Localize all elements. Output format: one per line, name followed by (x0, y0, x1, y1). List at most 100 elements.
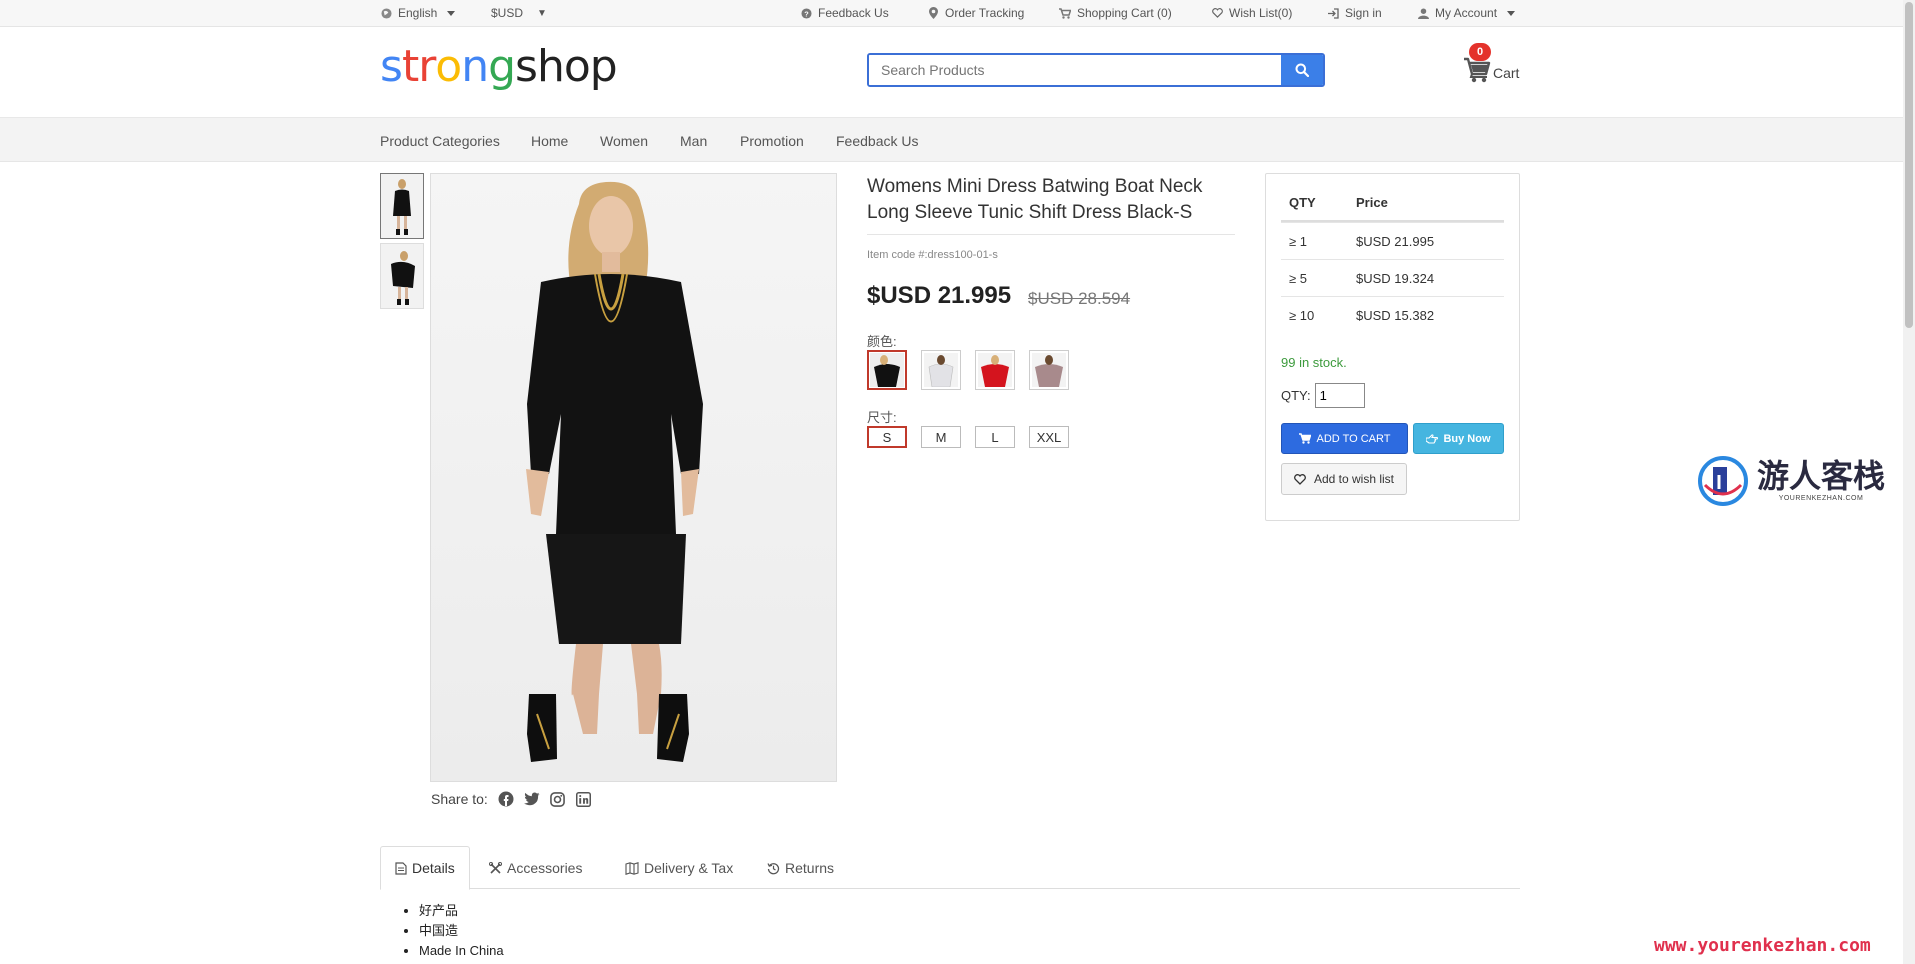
color-swatch-black[interactable] (867, 350, 907, 390)
size-option-xxl[interactable]: XXL (1029, 426, 1069, 448)
nav-promotion[interactable]: Promotion (740, 133, 804, 149)
tier-price: $USD 15.382 (1356, 307, 1435, 323)
qty-header: QTY (1289, 194, 1316, 210)
sign-in-link[interactable]: Sign in (1327, 6, 1382, 20)
size-option-l[interactable]: L (975, 426, 1015, 448)
thumbnail-front[interactable] (380, 173, 424, 239)
color-swatch-mauve[interactable] (1029, 350, 1069, 390)
add-to-cart-label: ADD TO CART (1316, 432, 1391, 445)
language-selector[interactable]: English (380, 6, 456, 20)
tier-price-table: QTY Price ≥ 1 $USD 21.995 ≥ 5 $USD 19.32… (1281, 184, 1504, 333)
nav-feedback[interactable]: Feedback Us (836, 133, 918, 149)
add-to-wishlist-label: Add to wish list (1313, 472, 1395, 486)
tab-returns-label: Returns (785, 860, 835, 876)
map-icon (625, 861, 639, 875)
nav-home[interactable]: Home (531, 133, 568, 149)
thumbnail-side[interactable] (380, 243, 424, 309)
nav-women[interactable]: Women (600, 133, 648, 149)
tier-qty: ≥ 10 (1289, 307, 1315, 323)
heart-icon (1294, 473, 1306, 485)
add-to-wishlist-button[interactable]: Add to wish list (1281, 463, 1407, 495)
feedback-link[interactable]: ? Feedback Us (800, 6, 889, 20)
watermark-url: www.yourenkezhan.com (1654, 935, 1871, 956)
feedback-label: Feedback Us (818, 6, 889, 20)
watermark-subtitle: YOURENKEZHAN.COM (1778, 495, 1864, 502)
watermark-title: 游人客栈 (1757, 457, 1886, 495)
tier-price: $USD 19.324 (1356, 270, 1435, 286)
order-tracking-link[interactable]: Order Tracking (927, 6, 1024, 20)
price-header: Price (1356, 194, 1388, 210)
currency-label: $USD (491, 6, 524, 20)
color-swatch-red[interactable] (975, 350, 1015, 390)
twitter-icon[interactable] (523, 791, 540, 807)
tab-delivery-tax[interactable]: Delivery & Tax (611, 846, 747, 890)
site-header: strongshop 0 Cart (0, 27, 1903, 118)
shopping-cart-link[interactable]: Shopping Cart (0) (1059, 6, 1172, 20)
tier-price: $USD 21.995 (1356, 233, 1435, 249)
linkedin-icon[interactable] (576, 791, 592, 807)
svg-text:?: ? (804, 9, 809, 18)
tab-returns[interactable]: Returns (753, 846, 848, 890)
size-option-m[interactable]: M (921, 426, 961, 448)
nav-product-categories[interactable]: Product Categories (380, 133, 500, 149)
search-input[interactable] (869, 55, 1281, 85)
map-marker-icon (927, 7, 939, 19)
my-account-label: My Account (1435, 6, 1498, 20)
nav-man[interactable]: Man (680, 133, 707, 149)
triangle-down-icon: ▼ (537, 7, 547, 19)
color-options (867, 350, 1069, 390)
color-swatch-white[interactable] (921, 350, 961, 390)
list-item: Made In China (419, 941, 504, 961)
shopping-cart-label: Shopping Cart (0) (1077, 6, 1172, 20)
cart-icon (1059, 7, 1071, 19)
history-icon (767, 862, 780, 874)
buy-now-button[interactable]: Buy Now (1413, 423, 1504, 454)
list-item: 中国造 (419, 921, 504, 941)
cart-icon (1298, 433, 1311, 444)
tab-details-label: Details (412, 860, 455, 876)
watermark-emblem-icon (1698, 456, 1748, 506)
currency-selector[interactable]: $USD ▼ (491, 6, 547, 20)
table-header-row: QTY Price (1281, 184, 1504, 222)
tab-accessories[interactable]: Accessories (475, 846, 596, 890)
tab-details[interactable]: Details (380, 846, 470, 890)
share-label: Share to: (431, 791, 488, 807)
color-label: 颜色: (867, 334, 897, 349)
product-main-image[interactable] (430, 173, 837, 782)
item-code: Item code #:dress100-01-s (867, 249, 998, 261)
tools-icon (489, 861, 502, 874)
stock-status: 99 in stock. (1281, 355, 1347, 370)
heart-icon (1211, 7, 1223, 19)
caret-down-icon (447, 10, 456, 16)
table-row: ≥ 5 $USD 19.324 (1281, 259, 1504, 296)
my-account-dropdown[interactable]: My Account (1417, 6, 1516, 20)
header-cart[interactable]: 0 Cart (1463, 43, 1525, 87)
table-row: ≥ 10 $USD 15.382 (1281, 296, 1504, 333)
file-icon (395, 861, 407, 875)
share-bar: Share to: (431, 791, 592, 807)
quantity-control: QTY: (1281, 383, 1365, 408)
original-price: $USD 28.594 (1028, 289, 1131, 308)
tab-delivery-tax-label: Delivery & Tax (644, 860, 734, 876)
thumbnail-list (380, 173, 424, 313)
facebook-icon[interactable] (498, 791, 514, 807)
search-button[interactable] (1281, 55, 1323, 85)
scrollbar-thumb[interactable] (1905, 2, 1913, 328)
strongshop-logo[interactable]: strongshop (380, 45, 618, 89)
quantity-input[interactable] (1314, 383, 1365, 408)
title-divider (867, 234, 1235, 235)
search-icon (1295, 63, 1309, 77)
size-option-s[interactable]: S (867, 426, 907, 448)
top-bar: English $USD ▼ ? Feedback Us Order Track… (0, 0, 1903, 27)
question-circle-icon: ? (800, 7, 812, 19)
tab-accessories-label: Accessories (507, 860, 583, 876)
wish-list-link[interactable]: Wish List(0) (1211, 6, 1292, 20)
instagram-icon[interactable] (550, 791, 566, 807)
list-item: 好产品 (419, 901, 504, 921)
cart-count-badge: 0 (1469, 43, 1491, 61)
page-scrollbar[interactable] (1903, 0, 1915, 964)
language-label: English (398, 6, 438, 20)
sign-in-label: Sign in (1345, 6, 1382, 20)
wish-list-label: Wish List(0) (1229, 6, 1293, 20)
add-to-cart-button[interactable]: ADD TO CART (1281, 423, 1408, 454)
